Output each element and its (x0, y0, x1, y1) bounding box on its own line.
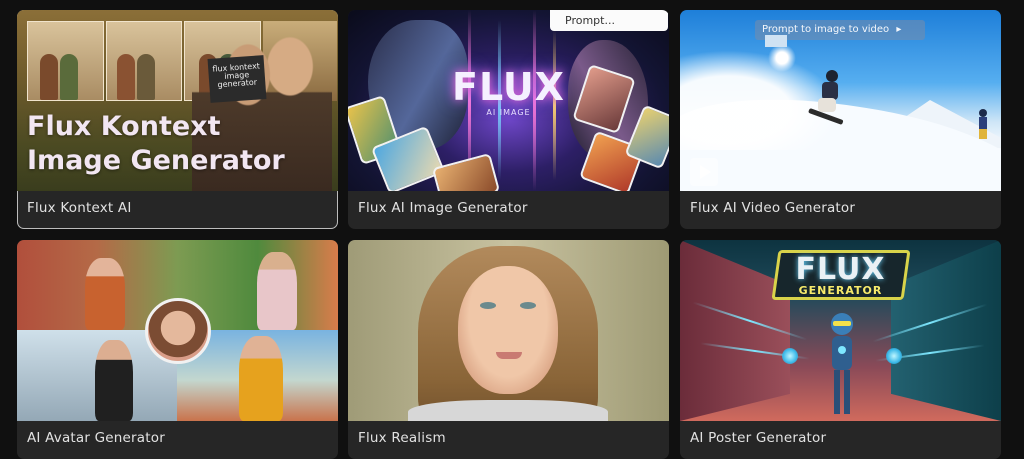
art-subtitle: AI IMAGE (486, 108, 531, 117)
tool-card-grid: flux kontext image generator Flux Kontex… (17, 10, 1001, 459)
card-flux-ai-video-generator[interactable]: Prompt to image to video ▸ Flux AI Video… (680, 10, 1001, 229)
sign-placard: flux kontext image generator (207, 55, 267, 103)
play-icon[interactable] (690, 158, 718, 186)
card-thumbnail (348, 240, 669, 421)
card-label: Flux AI Image Generator (358, 200, 528, 216)
poster-logo-subtitle: GENERATOR (798, 284, 883, 297)
card-ai-poster-generator[interactable]: FLUX GENERATOR AI Poster Generator (680, 240, 1001, 459)
card-label: Flux Realism (358, 430, 446, 446)
card-label: Flux Kontext AI (27, 200, 132, 216)
portrait-face (458, 266, 558, 394)
prompt-chip: Prompt... (550, 10, 668, 31)
card-label: Flux AI Video Generator (690, 200, 856, 216)
robot-figure (831, 313, 853, 414)
art-title: Flux Kontext Image Generator (27, 111, 285, 176)
card-flux-kontext-ai[interactable]: flux kontext image generator Flux Kontex… (17, 10, 338, 229)
video-thumb-icon (765, 35, 787, 47)
poster-logo-title: FLUX (795, 252, 886, 287)
card-label: AI Avatar Generator (27, 430, 165, 446)
art-title: FLUX (452, 65, 565, 109)
avatar-circle (145, 298, 211, 364)
card-thumbnail: FLUX GENERATOR (680, 240, 1001, 421)
snowboarder (808, 70, 844, 125)
card-thumbnail: Prompt to image to video ▸ (680, 10, 1001, 191)
card-flux-realism[interactable]: Flux Realism (348, 240, 669, 459)
card-thumbnail: FLUX AI IMAGE Prompt... (348, 10, 669, 191)
card-ai-avatar-generator[interactable]: AI Avatar Generator (17, 240, 338, 459)
card-thumbnail (17, 240, 338, 421)
card-flux-ai-image-generator[interactable]: FLUX AI IMAGE Prompt... Flux AI Image Ge… (348, 10, 669, 229)
mode-badge: Prompt to image to video ▸ (755, 20, 925, 47)
skier (979, 109, 987, 139)
card-label: AI Poster Generator (690, 430, 827, 446)
play-arrow-icon: ▸ (896, 24, 902, 35)
card-thumbnail: flux kontext image generator Flux Kontex… (17, 10, 338, 191)
